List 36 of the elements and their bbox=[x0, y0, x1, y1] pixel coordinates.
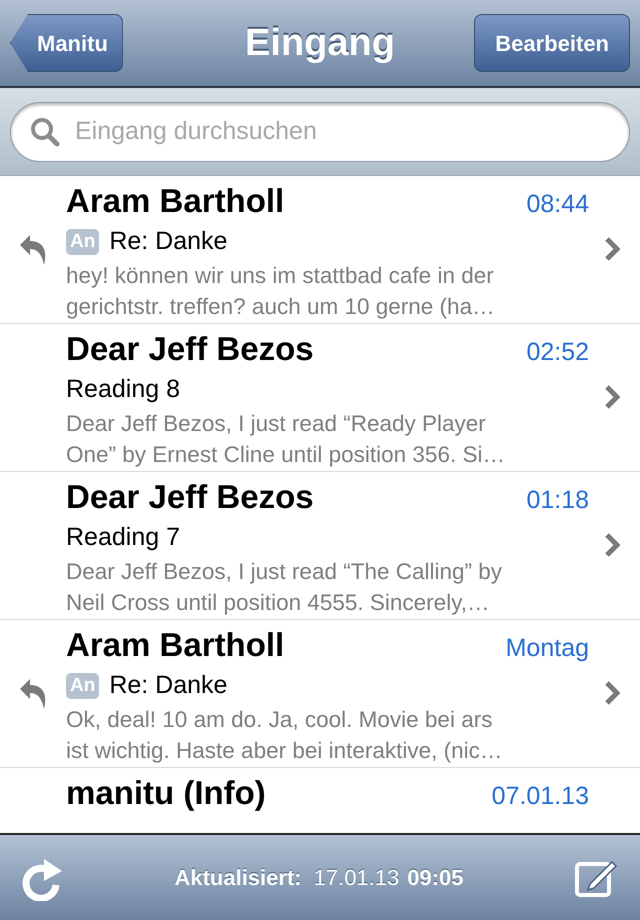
status-label: Aktualisiert: bbox=[174, 864, 302, 892]
window-title: Eingang bbox=[245, 20, 395, 66]
chevron-icon bbox=[604, 384, 620, 410]
search-field[interactable]: Eingang durchsuchen bbox=[10, 102, 630, 162]
chevron-icon bbox=[604, 236, 620, 262]
message-preview: Dear Jeff Bezos, I just read “The Calling” by Neil Cross until position 4555. Sincerely,… bbox=[66, 558, 504, 617]
edit-button[interactable]: Bearbeiten bbox=[474, 14, 630, 72]
message-time: Montag bbox=[506, 633, 589, 664]
sender-name: Dear Jeff Bezos bbox=[66, 477, 314, 517]
message-subject: Re: Danke bbox=[109, 226, 228, 257]
back-button[interactable]: Manitu bbox=[10, 14, 123, 72]
status-time: 09:05 bbox=[407, 864, 464, 892]
recipient-badge: An bbox=[66, 228, 100, 254]
message-subject: Re: Danke bbox=[109, 670, 228, 701]
message-preview: Ok, deal! 10 am do. Ja, cool. Movie bei ars ist wichtig. Haste aber bei interaktive, (nic… bbox=[66, 706, 504, 765]
recipient-badge: An bbox=[66, 672, 100, 698]
message-row[interactable]: Dear Jeff Bezos 01:18 Reading 7 Dear Jeff Bezos, I just read “The Calling” by Neil Cross until position 4555. Sincerely,… bbox=[0, 472, 640, 620]
search-icon bbox=[30, 116, 60, 146]
sender-name: manitu (Info) bbox=[66, 773, 266, 813]
sender-name: Aram Bartholl bbox=[66, 625, 284, 665]
status-date: 17.01.13 bbox=[314, 864, 400, 892]
message-preview: hey! können wir uns im stattbad cafe in der gerichtstr. treffen? auch um 10 gerne (ha… bbox=[66, 262, 496, 321]
message-subject: Reading 8 bbox=[66, 374, 180, 405]
sender-name: Aram Bartholl bbox=[66, 181, 284, 221]
chevron-icon bbox=[604, 680, 620, 706]
message-row[interactable]: Aram Bartholl 08:44 An Re: Danke hey! können wir uns im stattbad cafe in der gerichtstr. treffen? auch um 10 gerne (ha… bbox=[0, 176, 640, 324]
message-time: 02:52 bbox=[526, 337, 589, 368]
message-time: 07.01.13 bbox=[492, 781, 589, 812]
message-time: 08:44 bbox=[526, 189, 589, 220]
message-preview: Dear Jeff Bezos, I just read “Ready Player One” by Ernest Cline until position 356. Si… bbox=[66, 410, 506, 469]
chevron-icon bbox=[604, 532, 620, 558]
message-time: 01:18 bbox=[526, 485, 589, 516]
sender-name: Dear Jeff Bezos bbox=[66, 329, 314, 369]
message-subject: Reading 7 bbox=[66, 522, 180, 553]
message-row[interactable]: Dear Jeff Bezos 02:52 Reading 8 Dear Jeff Bezos, I just read “Ready Player One” by Ernest Cline until position 356. Si… bbox=[0, 324, 640, 472]
message-row[interactable]: Aram Bartholl Montag An Re: Danke Ok, deal! 10 am do. Ja, cool. Movie bei ars ist wichtig. Haste aber bei interaktive, (nic… bbox=[0, 620, 640, 768]
